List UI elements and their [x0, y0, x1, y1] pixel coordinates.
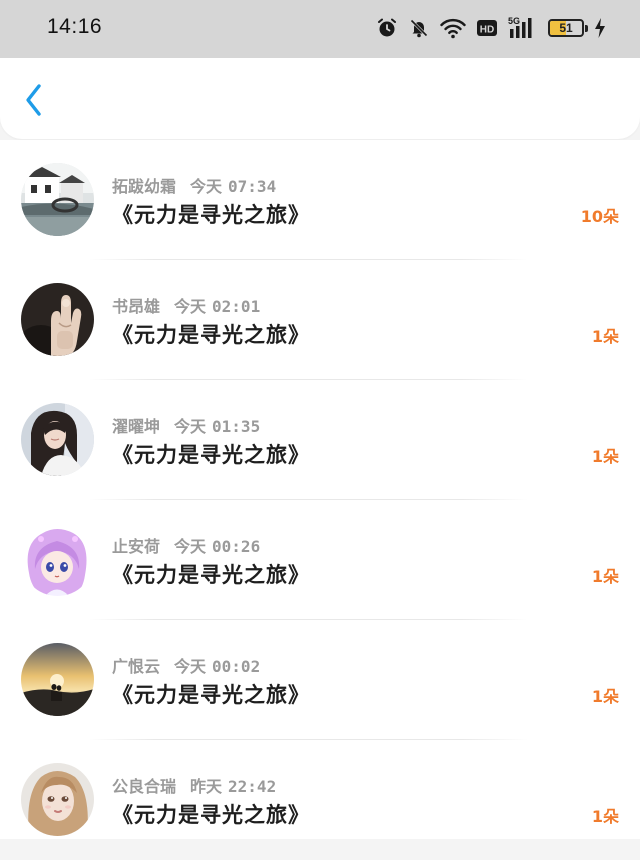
battery-icon: 51 [548, 19, 588, 37]
item-time: 07:34 [228, 177, 277, 196]
item-date: 今天 [174, 297, 207, 316]
status-bar: 14:16 HD 5G 51 [0, 0, 640, 58]
user-name: 广恨云 [112, 657, 161, 676]
item-time: 02:01 [212, 297, 261, 316]
wifi-icon [440, 17, 466, 39]
flower-count: 1朵 [591, 687, 619, 706]
hd-label: HD [480, 25, 494, 36]
item-meta: 书昂雄 今天 02:01 [112, 293, 260, 317]
header-bar [0, 58, 640, 139]
flower-count: 1朵 [591, 807, 619, 826]
hd-icon: HD [476, 18, 498, 38]
anime-girl-avatar[interactable] [21, 523, 94, 596]
book-title[interactable]: 《元力是寻光之旅》 [112, 679, 310, 709]
item-time: 01:35 [212, 417, 261, 436]
list-item[interactable]: 止安荷 今天 00:26 《元力是寻光之旅》 1朵 [0, 500, 640, 620]
status-time: 14:16 [47, 15, 103, 38]
book-title[interactable]: 《元力是寻光之旅》 [112, 199, 310, 229]
flower-count: 1朵 [591, 567, 619, 586]
user-name: 濯曜坤 [112, 417, 161, 436]
scenery-avatar[interactable] [21, 163, 94, 236]
item-meta: 濯曜坤 今天 01:35 [112, 413, 260, 437]
item-date: 今天 [190, 177, 223, 196]
girl-photo-avatar[interactable] [21, 403, 94, 476]
book-title[interactable]: 《元力是寻光之旅》 [112, 439, 310, 469]
user-name: 拓跋幼霜 [112, 177, 177, 196]
reading-list: 拓跋幼霜 今天 07:34 《元力是寻光之旅》 10朵 书昂雄 今天 02:01 《元力… [0, 140, 640, 839]
item-date: 今天 [174, 657, 207, 676]
item-meta: 止安荷 今天 00:26 [112, 533, 260, 557]
item-meta: 公良合瑞 昨天 22:42 [112, 773, 276, 797]
charging-icon [594, 17, 606, 39]
hand-avatar[interactable] [21, 283, 94, 356]
item-date: 今天 [174, 417, 207, 436]
item-date: 今天 [174, 537, 207, 556]
item-meta: 广恨云 今天 00:02 [112, 653, 260, 677]
book-title[interactable]: 《元力是寻光之旅》 [112, 319, 310, 349]
status-icons: HD 5G 51 [376, 14, 606, 42]
sunset-couple-avatar[interactable] [21, 643, 94, 716]
list-item[interactable]: 拓跋幼霜 今天 07:34 《元力是寻光之旅》 10朵 [0, 140, 640, 260]
flower-count: 1朵 [591, 447, 619, 466]
user-name: 止安荷 [112, 537, 161, 556]
item-time: 00:02 [212, 657, 261, 676]
item-date: 昨天 [190, 777, 223, 796]
list-item[interactable]: 公良合瑞 昨天 22:42 《元力是寻光之旅》 1朵 [0, 740, 640, 860]
signal-5g-icon: 5G [508, 16, 538, 40]
flower-count: 10朵 [580, 207, 619, 226]
list-item[interactable]: 濯曜坤 今天 01:35 《元力是寻光之旅》 1朵 [0, 380, 640, 500]
item-meta: 拓跋幼霜 今天 07:34 [112, 173, 276, 197]
item-time: 22:42 [228, 777, 277, 796]
doll-avatar[interactable] [21, 763, 94, 836]
item-time: 00:26 [212, 537, 261, 556]
alarm-icon [376, 17, 398, 39]
list-item[interactable]: 书昂雄 今天 02:01 《元力是寻光之旅》 1朵 [0, 260, 640, 380]
network-label: 5G [508, 16, 520, 26]
book-title[interactable]: 《元力是寻光之旅》 [112, 799, 310, 829]
list-item[interactable]: 广恨云 今天 00:02 《元力是寻光之旅》 1朵 [0, 620, 640, 740]
mute-icon [408, 17, 430, 39]
book-title[interactable]: 《元力是寻光之旅》 [112, 559, 310, 589]
flower-count: 1朵 [591, 327, 619, 346]
chevron-left-icon [26, 84, 41, 116]
user-name: 书昂雄 [112, 297, 161, 316]
user-name: 公良合瑞 [112, 777, 177, 796]
back-button[interactable] [14, 80, 54, 120]
battery-percent: 51 [559, 21, 573, 35]
